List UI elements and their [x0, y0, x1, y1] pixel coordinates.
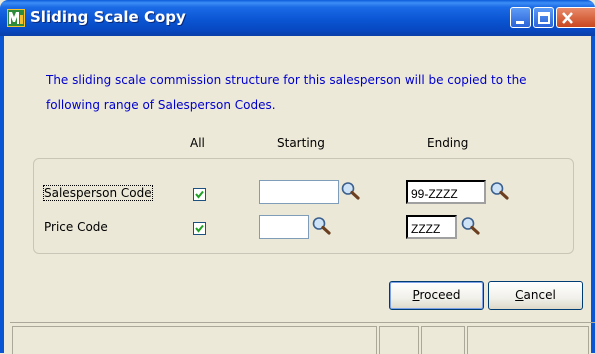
status-cell: [467, 326, 589, 354]
salesperson-code-all-checkbox[interactable]: [193, 188, 206, 201]
price-code-ending-lookup-icon[interactable]: [460, 216, 482, 236]
status-cell: [421, 326, 465, 354]
status-bar: [10, 322, 595, 354]
title-bar[interactable]: Sliding Scale Copy: [0, 0, 595, 36]
maximize-icon: [538, 12, 550, 24]
price-code-all-checkbox[interactable]: [193, 222, 206, 235]
salesperson-code-label: Salesperson Code: [43, 185, 153, 201]
close-button[interactable]: [556, 7, 595, 28]
price-code-starting-lookup-icon[interactable]: [311, 216, 333, 236]
status-cell: [379, 326, 419, 354]
app-icon: [7, 9, 25, 27]
checkmark-icon: [195, 224, 204, 233]
checkmark-icon: [195, 190, 204, 199]
maximize-button[interactable]: [533, 7, 554, 28]
column-header-ending: Ending: [427, 136, 469, 150]
range-panel: [33, 158, 574, 254]
window-frame-left: [0, 36, 4, 353]
status-cell: [12, 326, 377, 354]
price-code-ending-input[interactable]: ZZZZ: [406, 215, 457, 239]
salesperson-code-starting-input[interactable]: [259, 180, 339, 204]
price-code-starting-input[interactable]: [259, 215, 309, 239]
window-title: Sliding Scale Copy: [30, 8, 186, 26]
description-text: The sliding scale commission structure f…: [46, 73, 527, 112]
column-header-starting: Starting: [277, 136, 325, 150]
cancel-button[interactable]: Cancel: [488, 281, 583, 310]
close-icon: [562, 12, 573, 24]
window-frame-right: [591, 36, 595, 353]
salesperson-code-starting-lookup-icon[interactable]: [340, 181, 362, 201]
minimize-button[interactable]: [510, 7, 531, 28]
minimize-icon: [516, 21, 524, 24]
proceed-button[interactable]: Proceed: [389, 281, 484, 310]
salesperson-code-ending-input[interactable]: 99-ZZZZ: [406, 180, 486, 204]
column-header-all: All: [190, 136, 205, 150]
salesperson-code-ending-lookup-icon[interactable]: [489, 181, 511, 201]
price-code-label: Price Code: [44, 220, 108, 234]
